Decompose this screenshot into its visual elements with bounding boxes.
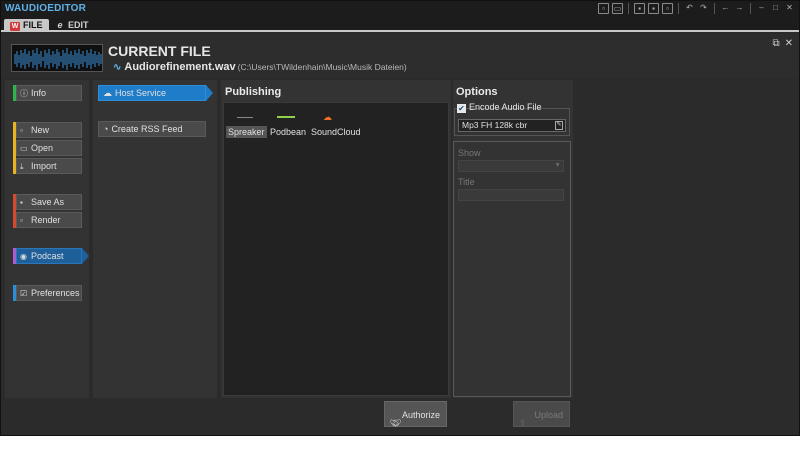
title-input[interactable] [458,189,564,201]
host-service-button[interactable]: ☁ Host Service [98,85,213,101]
quick-toolbar: ▫ ▭ ▪ ▪ ▫ ↶ ↷ ← → – □ ✕ [598,3,795,14]
w-logo-icon: W [10,22,20,31]
app-window: WAUDIOEDITOR ▫ ▭ ▪ ▪ ▫ ↶ ↷ ← → – □ ✕ W FI… [0,0,800,436]
checkbox-checked-icon: ✔ [457,104,466,113]
current-file-name: ∿ Audiorefinement.wav (C:\Users\TWildenhai… [113,61,407,73]
create-rss-button[interactable]: ◔ Create RSS Feed [98,121,206,137]
info-button[interactable]: ⓘ Info [16,85,82,101]
title-label: Title [458,177,475,187]
audio-format-value: Mp3 FH 128k cbr [462,120,528,130]
audio-format-field[interactable]: Mp3 FH 128k cbr ✎ [458,119,566,132]
close-icon[interactable]: ✕ [784,3,795,14]
save-as-label: Save As [31,197,65,207]
open-icon: ▭ [20,144,28,153]
app-logo-icon: W [5,3,15,14]
upload-icon: ⇧ [519,418,527,428]
info-icon: ⓘ [20,89,28,98]
save-as-icon: ▪ [20,198,23,207]
render-icon: ▫ [20,216,23,225]
service-spreaker[interactable]: Spreaker [226,126,267,138]
toolbar-divider [750,3,751,14]
edit-format-icon[interactable]: ✎ [555,121,563,130]
new-label: New [31,125,50,135]
open-label: Open [31,143,54,153]
waveform-thumbnail [11,44,103,72]
new-button[interactable]: ▫ New [16,122,82,138]
open-button[interactable]: ▭ Open [16,140,82,156]
tab-edit-label: EDIT [68,20,89,30]
save-icon[interactable]: ▪ [634,3,645,14]
podbean-logo-icon [277,113,295,121]
show-label: Show [458,148,481,158]
podcast-icon: ◉ [20,252,27,261]
publishing-title: Publishing [225,86,282,98]
soundcloud-logo-icon: ☁ [323,112,332,122]
spreaker-logo-icon [237,113,253,121]
minimize-icon[interactable]: – [756,3,767,14]
cloud-icon: ☁ [103,88,112,98]
preferences-button[interactable]: ☑ Preferences [16,285,82,301]
encode-audio-label: Encode Audio File [469,102,542,112]
render-button[interactable]: ▫ Render [16,212,82,228]
file-path-text: (C:\Users\TWildenhain\Music\Musik Dateie… [237,62,407,72]
handshake-icon: 🤝︎ [390,418,402,428]
render-icon[interactable]: ▫ [662,3,673,14]
encode-audio-checkbox[interactable]: ✔ Encode Audio File [457,102,542,113]
service-soundcloud[interactable]: SoundCloud [309,126,363,138]
info-label: Info [31,88,47,98]
render-label: Render [31,215,61,225]
page-title: CURRENT FILE [108,43,211,59]
file-name-text: Audiorefinement.wav [124,61,236,73]
app-title-text: AUDIOEDITOR [14,3,87,14]
publishing-service-list [223,102,449,396]
authorize-button[interactable]: 🤝︎ Authorize [384,401,447,428]
tab-bar: W FILE e EDIT [1,18,799,32]
chevron-down-icon: ▼ [554,162,561,169]
save-as-button[interactable]: ▪ Save As [16,194,82,210]
undo-icon[interactable]: ↶ [684,3,695,14]
service-podbean[interactable]: Podbean [268,126,308,138]
authorize-label: Authorize [401,410,440,420]
edit-icon: e [57,20,63,30]
create-rss-label: Create RSS Feed [111,124,183,134]
file-header: CURRENT FILE ∿ Audiorefinement.wav (C:\Use… [1,34,799,78]
rss-icon: ◔ [103,124,109,134]
host-service-label: Host Service [115,88,167,98]
tab-file-label: FILE [23,20,43,30]
import-icon: ⤓ [20,162,24,171]
maximize-icon[interactable]: □ [770,3,781,14]
options-title: Options [456,86,498,98]
back-arrow-icon[interactable]: ← [720,3,731,14]
show-dropdown[interactable]: ▼ [458,160,564,172]
title-bar: WAUDIOEDITOR ▫ ▭ ▪ ▪ ▫ ↶ ↷ ← → – □ ✕ [1,1,799,18]
audio-file-icon: ∿ [113,62,122,73]
app-title: WAUDIOEDITOR [5,3,86,14]
upload-button[interactable]: ⇧ Upload [513,401,570,428]
forward-arrow-icon[interactable]: → [734,3,745,14]
toolbar-divider [714,3,715,14]
panel-window-controls: ⧉ ✕ [772,38,793,49]
tab-file[interactable]: W FILE [4,19,49,32]
restore-icon[interactable]: ⧉ [772,38,779,49]
upload-label: Upload [534,410,563,420]
podcast-button[interactable]: ◉ Podcast [16,248,89,264]
import-button[interactable]: ⤓ Import [16,158,82,174]
new-icon: ▫ [20,126,23,135]
panel-close-icon[interactable]: ✕ [785,38,793,49]
preferences-label: Preferences [31,288,80,298]
toolbar-divider [628,3,629,14]
redo-icon[interactable]: ↷ [698,3,709,14]
podcast-label: Podcast [31,251,64,261]
new-file-icon[interactable]: ▫ [598,3,609,14]
preferences-icon: ☑ [20,289,28,298]
toolbar-divider [678,3,679,14]
open-folder-icon[interactable]: ▭ [612,3,623,14]
save-as-icon[interactable]: ▪ [648,3,659,14]
import-label: Import [31,161,57,171]
tab-edit[interactable]: e EDIT [49,19,95,32]
